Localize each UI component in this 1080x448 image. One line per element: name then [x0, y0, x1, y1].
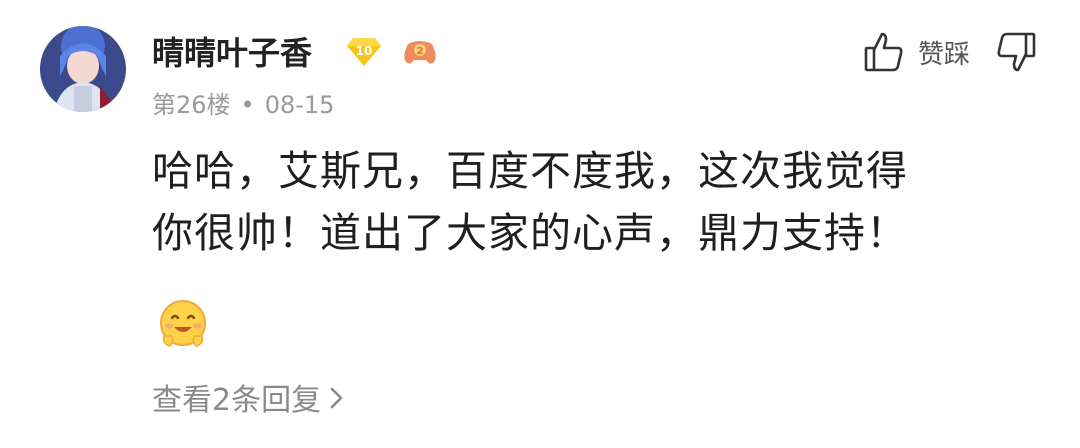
- avatar[interactable]: [40, 26, 126, 112]
- smiling-emoji-icon: [156, 296, 210, 350]
- chevron-right-icon: [329, 384, 345, 419]
- floor-number: 第26楼: [152, 91, 231, 119]
- vote-label: 赞踩: [918, 40, 971, 70]
- comment-text: 哈哈，艾斯兄，百度不度我，这次我觉得 你很帅！道出了大家的心声，鼎力支持！: [152, 140, 1052, 264]
- thumbs-down-icon[interactable]: [994, 30, 1038, 74]
- comment-date: 08-15: [264, 91, 335, 119]
- gamepad-badge-icon: 2: [402, 36, 438, 66]
- comment-text-line: 哈哈，艾斯兄，百度不度我，这次我觉得: [152, 147, 908, 195]
- view-replies-link[interactable]: 查看2条回复: [152, 375, 345, 419]
- comment-meta: 第26楼 • 08-15: [152, 85, 334, 120]
- svg-text:2: 2: [417, 46, 424, 57]
- comment-text-line: 你很帅！道出了大家的心声，鼎力支持！: [152, 209, 908, 257]
- level-badge-text: 10: [356, 44, 373, 58]
- username[interactable]: 晴晴叶子香: [152, 28, 312, 74]
- diamond-level-icon: 10: [347, 36, 381, 66]
- thumbs-up-icon[interactable]: [862, 30, 906, 74]
- meta-separator: •: [240, 91, 255, 119]
- view-replies-label: 查看2条回复: [152, 383, 322, 418]
